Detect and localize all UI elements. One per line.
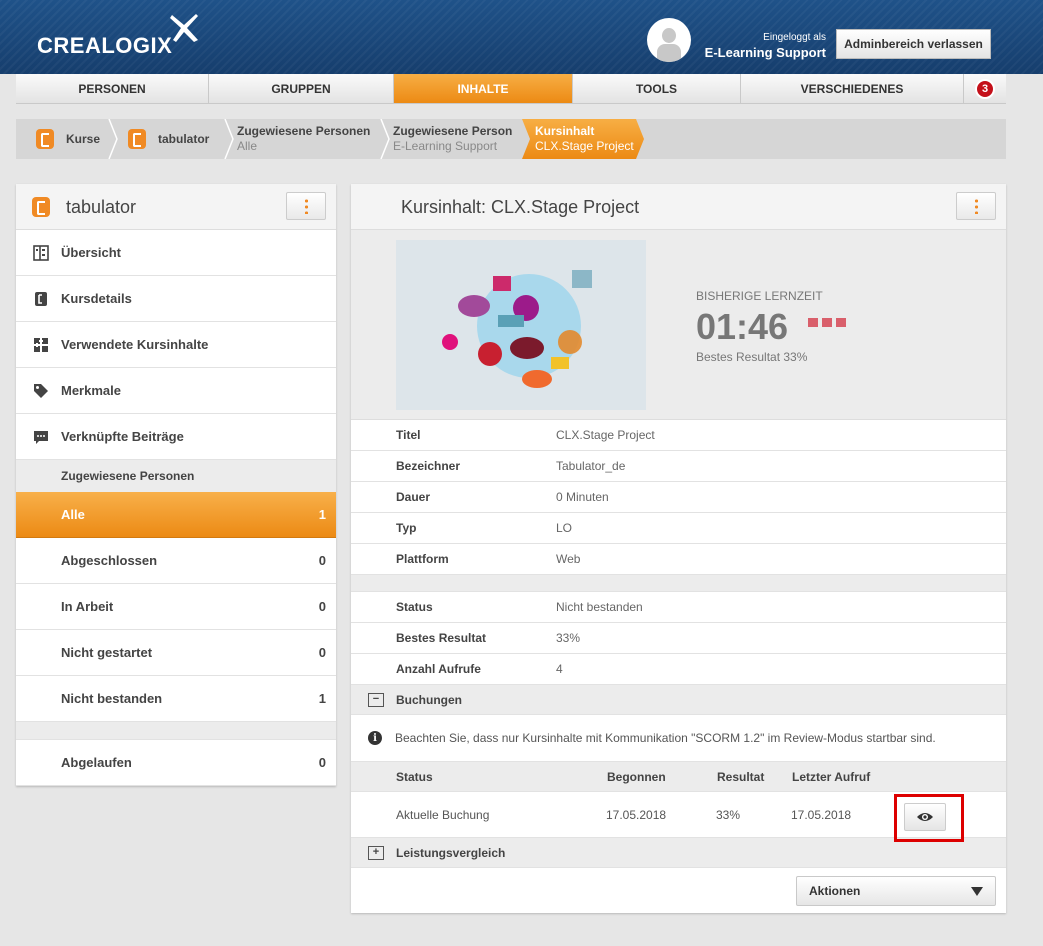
sidebar-item-overview[interactable]: Übersicht <box>16 230 336 276</box>
detail-row: Typ LO <box>351 513 1006 544</box>
detail-row: Titel CLX.Stage Project <box>351 420 1006 451</box>
tab-gruppen[interactable]: GRUPPEN <box>209 74 394 104</box>
course-icon <box>128 129 146 149</box>
breadcrumb-assigned-person[interactable]: Zugewiesene Person E-Learning Support <box>393 119 512 159</box>
learning-time-label: BISHERIGE LERNZEIT <box>696 289 823 303</box>
puzzle-icon <box>33 337 49 353</box>
notifications-tab[interactable]: 3 <box>964 74 1006 104</box>
breadcrumb-separator <box>380 119 390 159</box>
result-indicator <box>808 318 846 327</box>
filter-failed[interactable]: Nicht bestanden 1 <box>16 676 336 722</box>
crealogix-logo: CREALOGIX <box>37 33 173 58</box>
course-details-icon <box>33 291 49 307</box>
bookings-section-toggle[interactable]: − Buchungen <box>351 685 1006 715</box>
course-icon <box>36 129 54 149</box>
breadcrumb-separator <box>224 119 234 159</box>
tab-tools[interactable]: TOOLS <box>573 74 741 104</box>
filter-in-progress[interactable]: In Arbeit 0 <box>16 584 336 630</box>
course-sidebar: tabulator Übersicht Kursdetails Verwende… <box>16 184 336 786</box>
tab-inhalte[interactable]: INHALTE <box>394 74 573 104</box>
status-row: Anzahl Aufrufe 4 <box>351 654 1006 685</box>
content-header: Kursinhalt: CLX.Stage Project <box>351 184 1006 230</box>
breadcrumb-kurse[interactable]: Kurse <box>36 119 100 159</box>
tab-verschiedenes[interactable]: VERSCHIEDENES <box>741 74 964 104</box>
course-icon <box>32 197 50 217</box>
sidebar-header: tabulator <box>16 184 336 230</box>
user-avatar[interactable] <box>647 18 691 62</box>
tab-personen[interactable]: PERSONEN <box>16 74 209 104</box>
status-row: Status Nicht bestanden <box>351 592 1006 623</box>
breadcrumb-separator <box>108 119 118 159</box>
sidebar-menu-button[interactable] <box>286 192 326 220</box>
best-result-text: Bestes Resultat 33% <box>696 350 808 364</box>
detail-row: Plattform Web <box>351 544 1006 575</box>
overview-icon <box>33 244 49 261</box>
tag-icon <box>33 383 49 399</box>
comparison-section-toggle[interactable]: + Leistungsvergleich <box>351 838 1006 868</box>
logo-star-icon <box>170 14 198 42</box>
filter-expired[interactable]: Abgelaufen 0 <box>16 740 336 786</box>
course-content-panel: Kursinhalt: CLX.Stage Project BISHERIGE … <box>351 184 1006 913</box>
chevron-down-icon <box>971 886 983 896</box>
actions-dropdown[interactable]: Aktionen <box>796 876 996 906</box>
divider <box>16 722 336 740</box>
expand-icon: + <box>368 845 384 860</box>
exit-admin-button[interactable]: Adminbereich verlassen <box>836 29 991 59</box>
status-row: Bestes Resultat 33% <box>351 623 1006 654</box>
sidebar-item-course-details[interactable]: Kursdetails <box>16 276 336 322</box>
more-vertical-icon <box>304 198 308 214</box>
sidebar-item-linked-posts[interactable]: Verknüpfte Beiträge <box>16 414 336 460</box>
detail-row: Dauer 0 Minuten <box>351 482 1006 513</box>
filter-completed[interactable]: Abgeschlossen 0 <box>16 538 336 584</box>
collapse-icon: − <box>368 692 384 707</box>
divider <box>351 575 1006 592</box>
content-menu-button[interactable] <box>956 192 996 220</box>
notification-badge: 3 <box>975 78 995 99</box>
login-label: Eingeloggt als <box>763 32 826 43</box>
course-thumbnail <box>396 240 646 410</box>
comment-icon <box>33 429 49 445</box>
filter-all[interactable]: Alle 1 <box>16 492 336 538</box>
sidebar-title: tabulator <box>66 197 137 217</box>
bookings-table-header: Status Begonnen Resultat Letzter Aufruf <box>351 762 1006 792</box>
breadcrumb-assigned-persons[interactable]: Zugewiesene Personen Alle <box>237 119 370 159</box>
content-title: Kursinhalt: CLX.Stage Project <box>401 197 640 217</box>
bookings-info: i Beachten Sie, dass nur Kursinhalte mit… <box>351 715 1006 762</box>
breadcrumb-course-content[interactable]: Kursinhalt CLX.Stage Project <box>522 119 644 159</box>
assigned-persons-section: Zugewiesene Personen <box>16 460 336 492</box>
main-nav: PERSONEN GRUPPEN INHALTE TOOLS VERSCHIED… <box>16 74 964 104</box>
learning-time-value: 01:46 <box>696 306 789 347</box>
filter-not-started[interactable]: Nicht gestartet 0 <box>16 630 336 676</box>
breadcrumb: Kurse tabulator Zugewiesene Personen Alle… <box>16 119 1006 159</box>
more-vertical-icon <box>974 198 978 214</box>
info-icon: i <box>368 731 382 745</box>
breadcrumb-tabulator[interactable]: tabulator <box>128 119 209 159</box>
review-button[interactable] <box>904 803 946 831</box>
sidebar-item-used-content[interactable]: Verwendete Kursinhalte <box>16 322 336 368</box>
sidebar-item-attributes[interactable]: Merkmale <box>16 368 336 414</box>
top-header: CREALOGIX Eingeloggt als E-Learning Supp… <box>0 0 1043 74</box>
eye-icon <box>917 813 933 821</box>
login-user[interactable]: E-Learning Support <box>705 45 826 60</box>
content-hero: BISHERIGE LERNZEIT 01:46 Bestes Resultat… <box>351 230 1006 420</box>
detail-row: Bezeichner Tabulator_de <box>351 451 1006 482</box>
